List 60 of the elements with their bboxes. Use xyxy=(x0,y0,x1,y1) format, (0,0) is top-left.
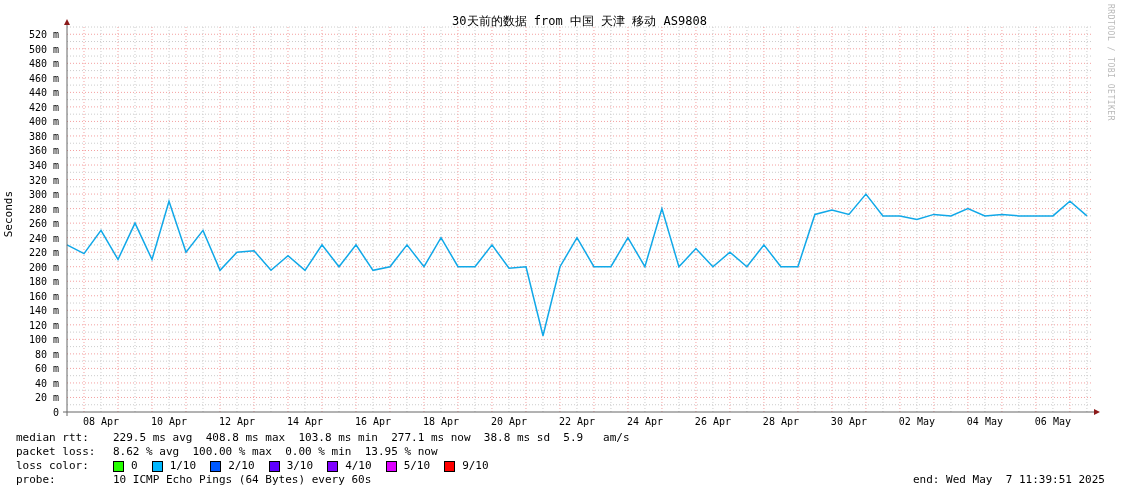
x-tick-label: 06 May xyxy=(1034,416,1071,427)
y-tick-label: 460 m xyxy=(28,72,59,84)
x-tick-label: 22 Apr xyxy=(558,416,595,427)
swatch-label: 4/10 xyxy=(345,459,372,473)
y-axis-title: Seconds xyxy=(1,190,15,238)
legend-label: probe: xyxy=(16,473,57,487)
x-tick-label: 10 Apr xyxy=(150,416,188,427)
y-tick-label: 320 m xyxy=(28,174,59,186)
x-tick-label: 12 Apr xyxy=(218,416,256,427)
y-tick-label: 480 m xyxy=(28,58,59,70)
x-tick-label: 24 Apr xyxy=(626,416,663,427)
y-tick-label: 300 m xyxy=(28,189,59,201)
x-tick-label: 04 May xyxy=(966,416,1003,427)
legend-value: 229.5 ms avg 408.8 ms max 103.8 ms min 277.1 ms now 38.8 ms sd 5.9 am/s xyxy=(113,431,630,445)
y-tick-label: 240 m xyxy=(28,232,59,244)
y-tick-label: 200 m xyxy=(28,261,59,273)
y-tick-label: 500 m xyxy=(28,43,59,55)
y-tick-label: 340 m xyxy=(28,160,59,171)
y-tick-label: 120 m xyxy=(28,319,59,331)
swatch-label: 3/10 xyxy=(286,459,314,473)
y-tick-label: 60 m xyxy=(34,363,59,375)
y-tick-label: 440 m xyxy=(28,87,59,99)
y-tick-label: 100 m xyxy=(28,334,59,346)
x-tick-label: 28 Apr xyxy=(762,416,799,427)
legend-label: packet loss: xyxy=(16,445,97,459)
swatch-label: 1/10 xyxy=(169,459,197,473)
y-tick-label: 20 m xyxy=(34,392,59,404)
y-tick-label: 520 m xyxy=(28,29,59,41)
y-tick-label: 220 m xyxy=(28,247,59,259)
y-tick-label: 40 m xyxy=(34,377,59,389)
x-tick-label: 30 Apr xyxy=(830,416,867,427)
y-tick-label: 0 xyxy=(52,407,59,418)
x-tick-label: 14 Apr xyxy=(286,416,324,427)
chart-title: 30天前的数据 from 中国 天津 移动 AS9808 xyxy=(452,14,707,28)
y-tick-label: 380 m xyxy=(28,130,59,142)
y-tick-label: 140 m xyxy=(28,305,59,317)
y-tick-label: 160 m xyxy=(28,290,59,302)
y-tick-label: 420 m xyxy=(28,101,59,113)
y-tick-label: 80 m xyxy=(34,348,59,360)
x-tick-label: 26 Apr xyxy=(694,416,731,427)
x-tick-label: 20 Apr xyxy=(490,416,527,427)
legend-value: 8.62 % avg 100.00 % max 0.00 % min 13.95 % now xyxy=(113,445,438,459)
swatch-label: 5/10 xyxy=(403,459,431,473)
legend-label: loss color: xyxy=(16,459,90,473)
swatch-label: 0 xyxy=(131,459,138,473)
swatch-label: 9/10 xyxy=(462,459,489,473)
y-tick-label: 400 m xyxy=(28,116,59,128)
x-tick-label: 18 Apr xyxy=(422,416,460,427)
y-tick-label: 360 m xyxy=(28,145,59,157)
legend-label: median rtt: xyxy=(16,431,90,445)
y-tick-label: 180 m xyxy=(28,276,59,288)
y-tick-label: 260 m xyxy=(28,218,59,230)
credit-text: RRDTOOL / TOBI OETIKER xyxy=(1106,4,1115,121)
x-tick-label: 08 Apr xyxy=(82,416,120,427)
x-tick-label: 16 Apr xyxy=(354,416,392,427)
y-tick-label: 280 m xyxy=(28,203,59,215)
end-time: end: Wed May 7 11:39:51 2025 xyxy=(912,473,1105,487)
legend-value: 10 ICMP Echo Pings (64 Bytes) every 60s xyxy=(113,473,372,487)
swatch-label: 2/10 xyxy=(228,459,255,473)
x-tick-label: 02 May xyxy=(898,416,935,427)
